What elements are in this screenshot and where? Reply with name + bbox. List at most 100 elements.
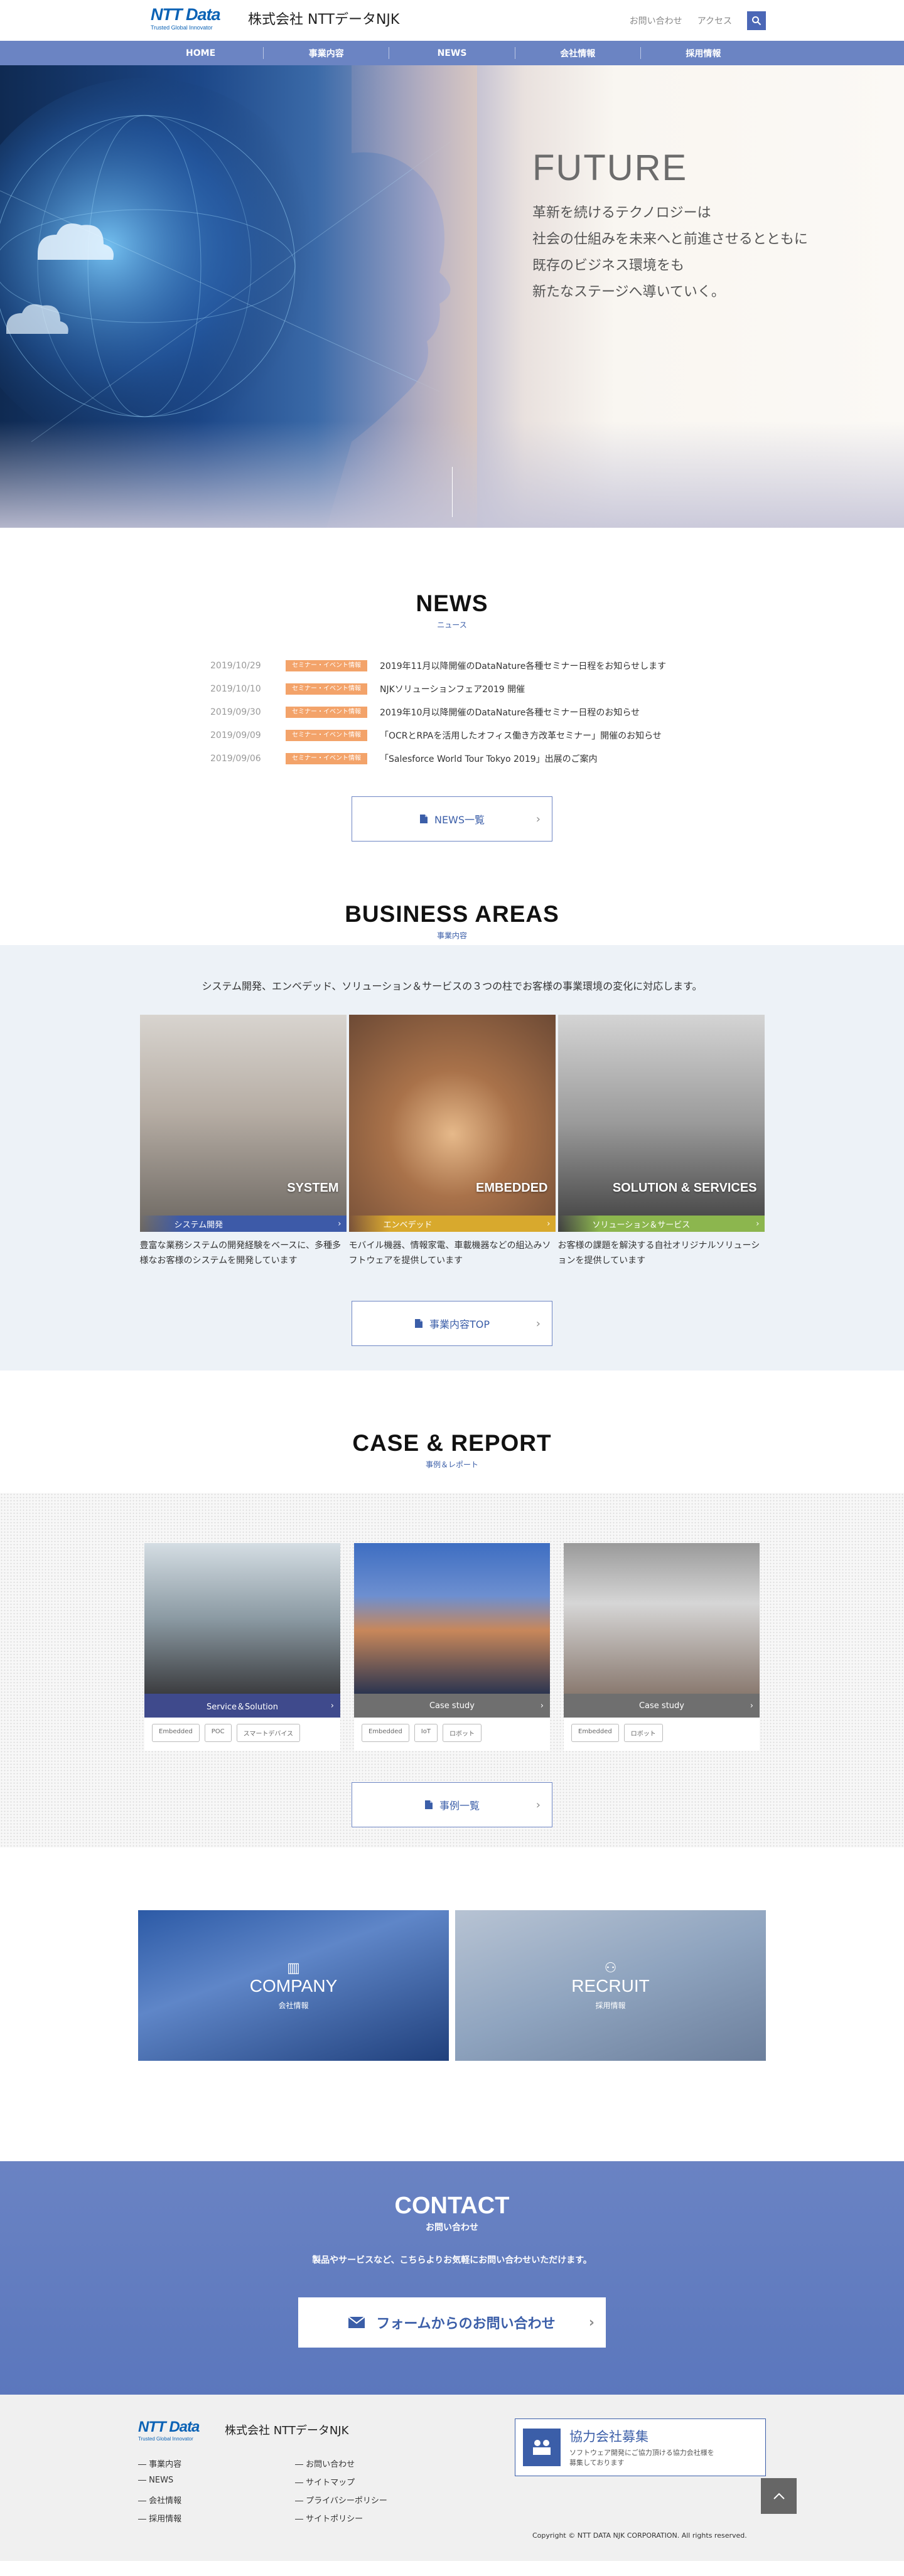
- chevron-right-icon: ›: [535, 812, 541, 826]
- case-tag[interactable]: Embedded: [152, 1724, 200, 1742]
- footer-link-privacy[interactable]: ― プライバシーポリシー: [295, 2494, 421, 2506]
- footer-link-recruit[interactable]: ― 採用情報: [138, 2512, 295, 2524]
- news-item[interactable]: 2019/09/30 セミナー・イベント情報 2019年10月以降開催のData…: [210, 700, 694, 724]
- news-item[interactable]: 2019/10/10 セミナー・イベント情報 NJKソリューションフェア2019…: [210, 677, 694, 700]
- footer-link-contact[interactable]: ― お問い合わせ: [295, 2457, 421, 2469]
- news-list-button-label: NEWS一覧: [434, 814, 485, 826]
- news-title[interactable]: 2019年10月以降開催のDataNature各種セミナー日程のお知らせ: [380, 706, 640, 719]
- global-nav: HOME 事業内容 NEWS 会社情報 採用情報: [0, 41, 904, 65]
- nav-item-recruit[interactable]: 採用情報: [641, 47, 766, 59]
- case-card[interactable]: Case study › Embedded IoT ロボット: [354, 1543, 550, 1751]
- business-top-button[interactable]: 事業内容TOP ›: [352, 1301, 552, 1346]
- case-tag[interactable]: ロボット: [442, 1724, 482, 1742]
- case-tag[interactable]: Embedded: [362, 1724, 409, 1742]
- case-card-bar: Case study ›: [354, 1694, 550, 1718]
- case-subheading: 事例＆レポート: [425, 1460, 478, 1469]
- case-tag[interactable]: スマートデバイス: [236, 1724, 301, 1742]
- document-icon: [424, 1800, 433, 1809]
- news-title[interactable]: 2019年11月以降開催のDataNature各種セミナー日程をお知らせします: [380, 660, 666, 672]
- news-category-badge: セミナー・イベント情報: [286, 752, 367, 764]
- harbor-cranes-photo: [354, 1543, 550, 1694]
- news-item[interactable]: 2019/09/09 セミナー・イベント情報 「OCRとRPAを活用したオフィス…: [210, 724, 694, 747]
- site-footer: NTT Data Trusted Global Innovator 株式会社 N…: [0, 2395, 904, 2561]
- news-title[interactable]: NJKソリューションフェア2019 開催: [380, 683, 525, 695]
- drone-warehouse-photo: [564, 1543, 760, 1694]
- nav-item-home[interactable]: HOME: [138, 47, 264, 59]
- business-meeting-photo: SOLUTION & SERVICES ソリューション＆サービス ›: [557, 1015, 765, 1232]
- chevron-right-icon: ›: [756, 1219, 760, 1229]
- site-header: NTT Data Trusted Global Innovator 株式会社 N…: [0, 0, 904, 41]
- news-item[interactable]: 2019/10/29 セミナー・イベント情報 2019年11月以降開催のData…: [210, 654, 694, 677]
- contact-link[interactable]: お問い合わせ: [630, 14, 682, 27]
- recruit-banner-subtitle: 採用情報: [595, 2001, 626, 2010]
- back-to-top-button[interactable]: [761, 2478, 797, 2514]
- company-icon: ▥: [287, 1960, 300, 1976]
- handshake-icon: [523, 2429, 561, 2466]
- nav-item-news[interactable]: NEWS: [389, 47, 515, 59]
- business-card-big-label: SYSTEM: [287, 1181, 339, 1195]
- business-card-desc: モバイル機器、情報家電、車載機器などの組込みソフトウェアを提供しています: [348, 1241, 551, 1266]
- case-list-button-label: 事例一覧: [439, 1800, 480, 1812]
- business-card-bar: システム開発 ›: [139, 1216, 347, 1232]
- search-button[interactable]: [747, 11, 766, 30]
- business-subheading: 事業内容: [436, 931, 467, 940]
- news-date: 2019/10/29: [210, 660, 261, 671]
- case-tags: Embedded IoT ロボット: [354, 1718, 550, 1751]
- recruit-icon: ⚇: [604, 1960, 617, 1976]
- partner-text-line: 募集しております: [569, 2459, 625, 2467]
- footer-link-news[interactable]: ― NEWS: [138, 2476, 295, 2488]
- footer-link-business[interactable]: ― 事業内容: [138, 2457, 295, 2469]
- business-card-bar: エンベデッド ›: [348, 1216, 556, 1232]
- footer-logo[interactable]: NTT Data Trusted Global Innovator: [138, 2420, 200, 2442]
- news-list-button[interactable]: NEWS一覧 ›: [352, 796, 552, 842]
- case-tag[interactable]: ロボット: [623, 1724, 663, 1742]
- business-card-label: エンベデッド: [383, 1220, 433, 1230]
- news-category-badge: セミナー・イベント情報: [286, 729, 367, 741]
- chevron-right-icon: ›: [338, 1219, 342, 1229]
- logo-mark: NTT Data: [151, 5, 221, 24]
- news-category-badge: セミナー・イベント情報: [286, 683, 367, 695]
- chevron-right-icon: ›: [540, 1701, 544, 1711]
- case-card[interactable]: Service＆Solution › Embedded POC スマートデバイス: [144, 1543, 340, 1751]
- chevron-up-icon: [773, 2493, 785, 2499]
- news-date: 2019/09/09: [210, 730, 261, 740]
- scroll-indicator[interactable]: [452, 467, 453, 517]
- business-lead: システム開発、エンベデッド、ソリューション＆サービスの３つの柱でお客様の事業環境…: [202, 980, 702, 992]
- news-item[interactable]: 2019/09/06 セミナー・イベント情報 「Salesforce World…: [210, 747, 694, 770]
- business-card-label: システム開発: [174, 1220, 223, 1230]
- news-title[interactable]: 「OCRとRPAを活用したオフィス働き方改革セミナー」開催のお知らせ: [380, 729, 662, 742]
- footer-link-company[interactable]: ― 会社情報: [138, 2494, 295, 2506]
- site-logo[interactable]: NTT Data Trusted Global Innovator: [151, 5, 221, 31]
- case-card-bar: Service＆Solution ›: [144, 1694, 340, 1718]
- news-category-badge: セミナー・イベント情報: [286, 660, 367, 671]
- logo-tagline: Trusted Global Innovator: [151, 24, 213, 31]
- case-tag[interactable]: IoT: [414, 1724, 438, 1742]
- partner-recruit-banner[interactable]: 協力会社募集 ソフトウェア開発にご協力頂ける協力会社様を 募集しております: [515, 2418, 766, 2476]
- contact-subheading: お問い合わせ: [426, 2223, 478, 2233]
- recruit-banner[interactable]: ⚇ RECRUIT 採用情報: [455, 1910, 766, 2061]
- news-list: 2019/10/29 セミナー・イベント情報 2019年11月以降開催のData…: [210, 654, 694, 770]
- footer-link-sitemap[interactable]: ― サイトマップ: [295, 2476, 421, 2488]
- business-card-solution[interactable]: SOLUTION & SERVICES ソリューション＆サービス › お客様の課…: [557, 1015, 765, 1268]
- contact-form-button[interactable]: フォームからのお問い合わせ ›: [298, 2297, 606, 2348]
- nav-item-business[interactable]: 事業内容: [264, 47, 390, 59]
- news-date: 2019/10/10: [210, 683, 261, 694]
- case-tag[interactable]: POC: [204, 1724, 232, 1742]
- business-card-desc: 豊富な業務システムの開発経験をベースに、多種多様なお客様のシステムを開発していま…: [139, 1241, 341, 1266]
- business-card-embedded[interactable]: EMBEDDED エンベデッド › モバイル機器、情報家電、車載機器などの組込み…: [348, 1015, 556, 1268]
- news-title[interactable]: 「Salesforce World Tour Tokyo 2019」出展のご案内: [380, 752, 598, 765]
- company-banner[interactable]: ▥ COMPANY 会社情報: [138, 1910, 449, 2061]
- nav-item-company[interactable]: 会社情報: [515, 47, 641, 59]
- footer-link-site-policy[interactable]: ― サイトポリシー: [295, 2512, 421, 2524]
- recruit-banner-title: RECRUIT: [571, 1976, 650, 1996]
- case-list-button[interactable]: 事例一覧 ›: [352, 1782, 552, 1827]
- company-banner-title: COMPANY: [249, 1976, 338, 1996]
- case-tag[interactable]: Embedded: [571, 1724, 619, 1742]
- footer-logo-tagline: Trusted Global Innovator: [138, 2436, 193, 2442]
- business-card-system[interactable]: SYSTEM システム開発 › 豊富な業務システムの開発経験をベースに、多種多様…: [139, 1015, 347, 1268]
- contact-form-button-label: フォームからのお問い合わせ: [376, 2316, 556, 2332]
- case-card[interactable]: Case study › Embedded ロボット: [564, 1543, 760, 1751]
- access-link[interactable]: アクセス: [697, 14, 732, 27]
- hero-globe-image: [0, 65, 477, 528]
- news-date: 2019/09/30: [210, 707, 261, 717]
